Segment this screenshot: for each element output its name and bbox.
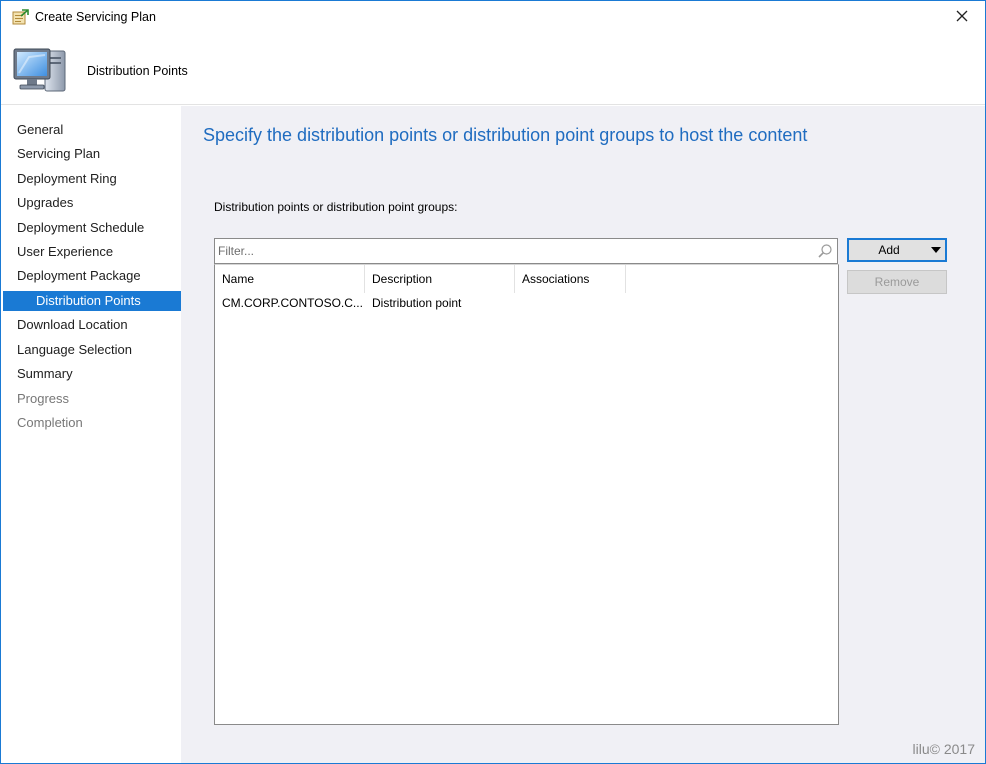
nav-item-download-location[interactable]: Download Location <box>1 315 181 335</box>
computer-monitor-icon <box>13 48 66 92</box>
nav-item-servicing-plan[interactable]: Servicing Plan <box>1 144 181 164</box>
title-bar: Create Servicing Plan <box>1 1 985 33</box>
list-header: Name Description Associations <box>215 265 838 293</box>
watermark: lilu© 2017 <box>912 741 975 757</box>
list-caption: Distribution points or distribution poin… <box>214 200 458 214</box>
page-title: Distribution Points <box>87 64 188 78</box>
search-icon[interactable] <box>817 243 833 259</box>
nav-item-summary[interactable]: Summary <box>1 364 181 384</box>
column-header-description[interactable]: Description <box>365 265 515 293</box>
list-cell-name: CM.CORP.CONTOSO.C... <box>222 296 363 310</box>
wizard-header: Distribution Points <box>1 33 985 105</box>
column-header-name[interactable]: Name <box>215 265 365 293</box>
nav-item-general[interactable]: General <box>1 120 181 140</box>
list-item[interactable]: CM.CORP.CONTOSO.C... Distribution point <box>215 293 838 313</box>
column-header-associations[interactable]: Associations <box>515 265 626 293</box>
dropdown-arrow-icon <box>931 247 941 253</box>
close-button[interactable] <box>947 3 977 29</box>
add-button-label: Add <box>878 243 900 257</box>
filter-box <box>214 238 838 264</box>
nav-item-distribution-points[interactable]: Distribution Points <box>3 291 181 311</box>
add-button[interactable]: Add <box>847 238 947 262</box>
distribution-points-list[interactable]: Name Description Associations CM.CORP.CO… <box>214 264 839 725</box>
wizard-window: Create Servicing Plan Distribution Point… <box>0 0 986 764</box>
list-cell-associations <box>515 293 626 313</box>
list-cell-description: Distribution point <box>372 296 462 310</box>
nav-item-progress: Progress <box>17 391 70 406</box>
nav-item-user-experience[interactable]: User Experience <box>1 242 181 262</box>
content-heading: Specify the distribution points or distr… <box>203 125 808 145</box>
close-icon <box>956 10 968 22</box>
remove-button: Remove <box>847 270 947 294</box>
nav-item-completion: Completion <box>17 415 83 430</box>
nav-item-deployment-ring[interactable]: Deployment Ring <box>1 169 181 189</box>
nav-item-upgrades[interactable]: Upgrades <box>1 193 181 213</box>
nav-item-deployment-package[interactable]: Deployment Package <box>1 266 181 286</box>
wizard-nav: General Servicing Plan Deployment Ring U… <box>1 106 181 763</box>
nav-item-language-selection[interactable]: Language Selection <box>1 340 181 360</box>
nav-item-deployment-schedule[interactable]: Deployment Schedule <box>1 218 181 238</box>
wizard-plan-icon <box>12 9 29 25</box>
filter-input[interactable] <box>218 242 808 260</box>
window-title: Create Servicing Plan <box>35 10 156 24</box>
content-panel: Specify the distribution points or distr… <box>181 106 985 763</box>
